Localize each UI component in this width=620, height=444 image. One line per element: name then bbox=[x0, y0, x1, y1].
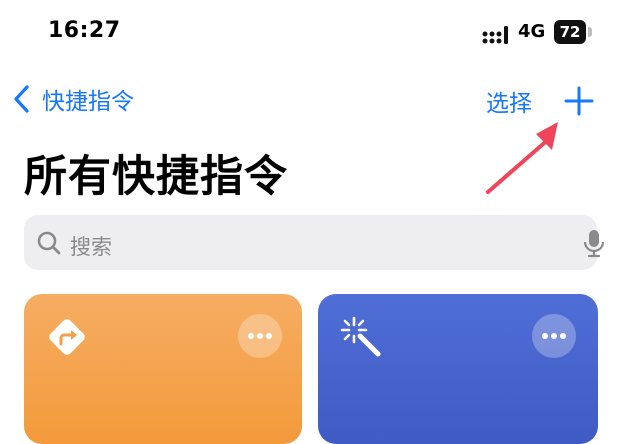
search-icon bbox=[37, 231, 61, 255]
status-bar: 16:27 4G 72 bbox=[0, 0, 620, 66]
microphone-icon[interactable] bbox=[582, 228, 606, 258]
annotation-arrow-icon bbox=[486, 122, 558, 194]
more-options-button[interactable] bbox=[238, 314, 282, 358]
chevron-left-icon bbox=[14, 85, 29, 113]
search-input[interactable]: 搜索 bbox=[70, 231, 112, 261]
page-title: 所有快捷指令 bbox=[24, 152, 288, 202]
ellipsis-icon bbox=[542, 333, 566, 339]
battery-cap bbox=[588, 27, 592, 37]
status-time: 16:27 bbox=[48, 18, 121, 43]
search-bar[interactable]: 搜索 bbox=[24, 215, 605, 270]
ellipsis-icon bbox=[248, 333, 272, 339]
shortcut-card-2[interactable] bbox=[318, 294, 598, 444]
back-button[interactable]: 快捷指令 bbox=[10, 82, 134, 116]
back-label: 快捷指令 bbox=[42, 89, 134, 115]
signal-strength-icon bbox=[482, 26, 508, 44]
magic-wand-icon bbox=[340, 316, 381, 357]
shortcut-card-1[interactable] bbox=[24, 294, 302, 444]
more-options-button[interactable] bbox=[532, 314, 576, 358]
battery-level: 72 bbox=[559, 23, 581, 41]
network-type: 4G bbox=[518, 21, 546, 42]
directions-diamond-icon bbox=[49, 319, 85, 355]
battery-indicator: 72 bbox=[554, 20, 586, 44]
